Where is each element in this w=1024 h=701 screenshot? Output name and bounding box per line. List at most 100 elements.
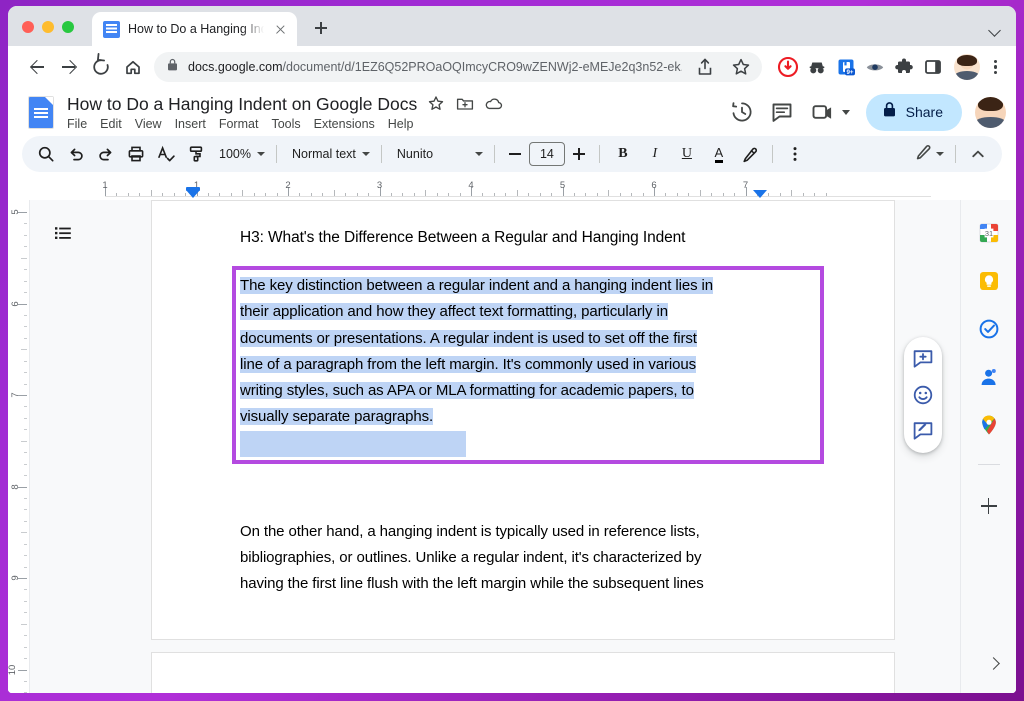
paint-format-icon[interactable] xyxy=(182,140,210,168)
document-page-1[interactable]: H3: What's the Difference Between a Regu… xyxy=(151,200,942,640)
document-page-2[interactable] xyxy=(151,652,895,693)
menu-item-file[interactable]: File xyxy=(67,117,87,131)
google-maps-icon[interactable] xyxy=(978,414,1000,436)
url-text: docs.google.com/document/d/1EZ6Q52PROaOQ… xyxy=(188,60,682,74)
chevron-up-icon[interactable] xyxy=(964,140,992,168)
meet-camera-icon[interactable] xyxy=(804,94,840,130)
star-icon[interactable] xyxy=(426,94,446,114)
menu-item-edit[interactable]: Edit xyxy=(100,117,122,131)
selected-paragraph-highlight-box[interactable]: The key distinction between a regular in… xyxy=(232,266,824,464)
undo-icon[interactable] xyxy=(62,140,90,168)
new-tab-button[interactable] xyxy=(307,14,335,42)
chevron-down-icon[interactable] xyxy=(841,106,853,118)
google-keep-icon[interactable] xyxy=(978,270,1000,292)
profile-avatar[interactable] xyxy=(954,54,980,80)
star-icon[interactable] xyxy=(728,54,754,80)
document-outline-icon[interactable] xyxy=(48,218,78,248)
google-docs-logo[interactable] xyxy=(26,92,56,132)
incognito-persona-extension-icon[interactable] xyxy=(803,53,831,81)
side-panel-icon[interactable] xyxy=(919,53,947,81)
floating-comment-actions xyxy=(904,337,942,453)
cloud-saved-icon[interactable] xyxy=(484,94,504,114)
account-avatar[interactable] xyxy=(975,96,1006,128)
ruler-label: 7 xyxy=(742,180,749,191)
move-to-folder-icon[interactable] xyxy=(455,94,475,114)
version-history-icon[interactable] xyxy=(724,94,760,130)
spellcheck-icon[interactable] xyxy=(152,140,180,168)
decrease-font-size-button[interactable] xyxy=(503,142,527,166)
menu-item-extensions[interactable]: Extensions xyxy=(314,117,375,131)
ruler-label: 9 xyxy=(9,575,21,581)
home-button[interactable] xyxy=(118,52,148,82)
paragraph-selected[interactable]: The key distinction between a regular in… xyxy=(240,273,820,460)
paragraph-2[interactable]: On the other hand, a hanging indent is t… xyxy=(240,519,816,598)
ruler-tick xyxy=(24,635,27,637)
add-app-button[interactable] xyxy=(976,493,1002,519)
back-button[interactable] xyxy=(22,52,52,82)
browser-tab[interactable]: How to Do a Hanging Indent on Google Doc… xyxy=(92,12,297,46)
chevron-down-icon[interactable] xyxy=(988,23,1002,37)
google-tasks-icon[interactable] xyxy=(978,318,1000,340)
text-color-button[interactable]: A xyxy=(704,140,734,168)
eye-tracking-extension-icon[interactable] xyxy=(861,53,889,81)
zoom-level-value: 100% xyxy=(219,147,251,161)
chevron-right-icon[interactable] xyxy=(986,655,1002,671)
extensions-puzzle-icon[interactable] xyxy=(890,53,918,81)
menu-item-insert[interactable]: Insert xyxy=(175,117,206,131)
menu-item-help[interactable]: Help xyxy=(388,117,414,131)
increase-font-size-button[interactable] xyxy=(567,142,591,166)
ruler-tick xyxy=(608,190,610,196)
more-vertical-icon[interactable] xyxy=(781,140,809,168)
right-indent-marker[interactable] xyxy=(753,190,767,198)
print-icon[interactable] xyxy=(122,140,150,168)
paragraph-style-dropdown[interactable]: Normal text xyxy=(285,140,373,168)
font-family-value: Nunito xyxy=(396,147,434,161)
editing-mode-dropdown[interactable] xyxy=(911,140,947,168)
kebab-menu-icon[interactable] xyxy=(982,54,1008,80)
forward-button[interactable] xyxy=(54,52,84,82)
horizontal-ruler[interactable]: 11234567 xyxy=(8,178,1016,200)
google-calendar-icon[interactable]: 31 xyxy=(978,222,1000,244)
redo-icon[interactable] xyxy=(92,140,120,168)
menu-item-tools[interactable]: Tools xyxy=(271,117,300,131)
menu-item-format[interactable]: Format xyxy=(219,117,259,131)
minimize-window-button[interactable] xyxy=(42,21,54,33)
font-family-dropdown[interactable]: Nunito xyxy=(390,140,486,168)
page-title[interactable]: How to Do a Hanging Indent on Google Doc… xyxy=(67,94,417,115)
ruler-label: 7 xyxy=(9,392,21,398)
italic-button[interactable]: I xyxy=(640,140,670,168)
maximize-window-button[interactable] xyxy=(62,21,74,33)
underline-button[interactable]: U xyxy=(672,140,702,168)
left-indent-marker[interactable] xyxy=(186,187,200,198)
paragraph-line: having the first line flush with the lef… xyxy=(240,575,704,593)
bold-button[interactable]: B xyxy=(608,140,638,168)
page-scroll-area[interactable]: H3: What's the Difference Between a Regu… xyxy=(30,200,1016,693)
menu-item-view[interactable]: View xyxy=(135,117,162,131)
add-comment-icon[interactable] xyxy=(910,346,936,372)
toolbar-divider xyxy=(275,145,277,163)
share-icon[interactable] xyxy=(692,54,718,80)
google-contacts-icon[interactable] xyxy=(978,366,1000,388)
highlighter-icon[interactable] xyxy=(736,140,764,168)
share-button[interactable]: Share xyxy=(865,93,962,131)
suggest-edits-icon[interactable] xyxy=(910,418,936,444)
ruler-tick xyxy=(356,193,358,196)
ruler-tick xyxy=(24,360,27,362)
font-size-input[interactable]: 14 xyxy=(528,142,565,166)
reload-button[interactable] xyxy=(86,52,116,82)
ruler-tick xyxy=(24,520,27,522)
close-icon[interactable] xyxy=(272,21,289,38)
ruler-tick xyxy=(322,193,324,196)
address-bar[interactable]: docs.google.com/document/d/1EZ6Q52PROaOQ… xyxy=(154,52,762,82)
notes-extension-icon[interactable]: 9+ xyxy=(832,53,860,81)
vertical-ruler[interactable]: 5 6 7 8 9 10 xyxy=(8,200,30,693)
zoom-level-dropdown[interactable]: 100% xyxy=(212,140,268,168)
add-emoji-reaction-icon[interactable] xyxy=(910,382,936,408)
search-icon[interactable] xyxy=(32,140,60,168)
meet-camera-group[interactable] xyxy=(804,94,853,130)
ruler-baseline xyxy=(105,196,931,197)
ruler-tick xyxy=(24,280,27,282)
close-window-button[interactable] xyxy=(22,21,34,33)
adblock-extension-icon[interactable] xyxy=(774,53,802,81)
comment-history-icon[interactable] xyxy=(764,94,800,130)
